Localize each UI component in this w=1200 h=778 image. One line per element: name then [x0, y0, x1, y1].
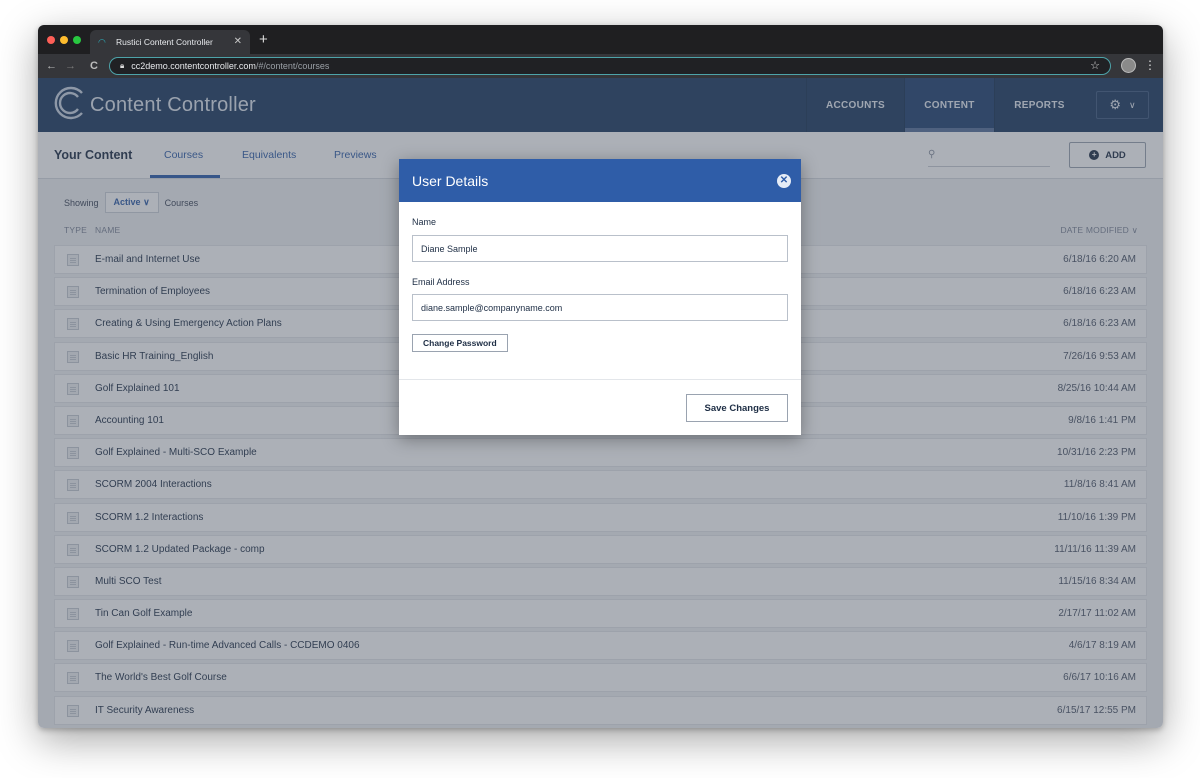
email-label: Email Address	[412, 277, 470, 287]
email-field[interactable]	[412, 294, 788, 321]
new-tab-icon[interactable]: +	[259, 32, 268, 47]
browser-tab-title: Rustici Content Controller	[116, 37, 213, 47]
modal-header: User Details ✕	[399, 159, 801, 202]
browser-tabbar: ◠ Rustici Content Controller ✕ +	[38, 25, 1163, 54]
reload-icon[interactable]: C	[90, 59, 98, 73]
modal-title: User Details	[412, 173, 489, 189]
profile-avatar-icon[interactable]	[1121, 58, 1136, 73]
forward-arrow-icon[interactable]: →	[65, 59, 76, 73]
close-icon[interactable]: ✕	[777, 174, 791, 188]
name-label: Name	[412, 217, 437, 227]
back-arrow-icon[interactable]: ←	[46, 59, 57, 73]
url-path: /#/content/courses	[255, 61, 330, 71]
browser-toolbar: ← → C 🔒︎ cc2demo.contentcontroller.com /…	[38, 54, 1163, 78]
change-password-button[interactable]: Change Password	[412, 334, 508, 352]
lock-icon: 🔒︎	[120, 61, 125, 70]
browser-window: ◠ Rustici Content Controller ✕ + ← → C 🔒…	[38, 25, 1163, 728]
url-host: cc2demo.contentcontroller.com	[131, 61, 256, 71]
save-changes-button[interactable]: Save Changes	[686, 394, 788, 422]
maximize-window-button[interactable]	[73, 36, 81, 44]
browser-menu-icon[interactable]: ⋮	[1144, 57, 1156, 73]
address-bar[interactable]: 🔒︎ cc2demo.contentcontroller.com /#/cont…	[109, 57, 1111, 75]
browser-tab[interactable]: ◠ Rustici Content Controller ✕	[90, 30, 250, 54]
favicon-icon: ◠	[98, 37, 106, 47]
close-tab-icon[interactable]: ✕	[234, 37, 242, 47]
name-field[interactable]	[412, 235, 788, 262]
minimize-window-button[interactable]	[60, 36, 68, 44]
modal-body: Name Email Address Change Password	[399, 202, 801, 380]
close-window-button[interactable]	[47, 36, 55, 44]
user-details-modal: User Details ✕ Name Email Address Change…	[399, 159, 801, 435]
bookmark-star-icon[interactable]: ☆	[1090, 60, 1100, 73]
